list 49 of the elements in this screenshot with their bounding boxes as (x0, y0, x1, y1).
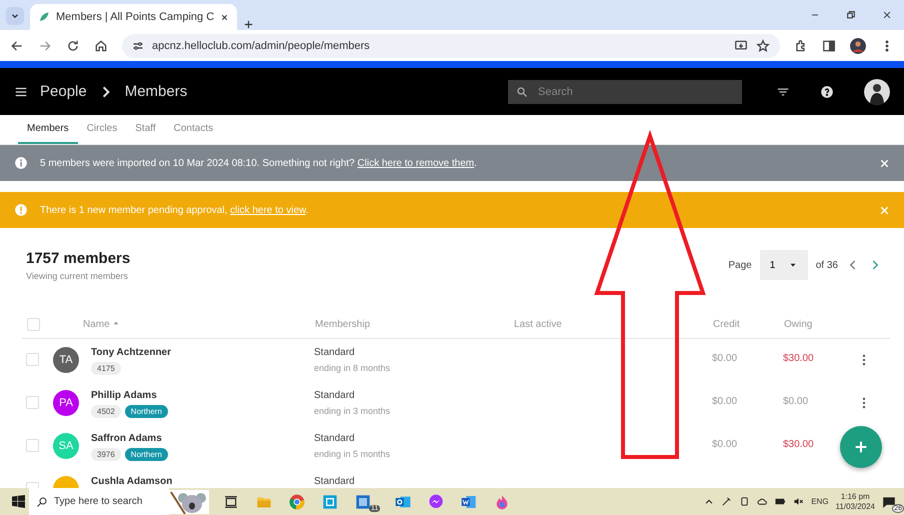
credit-amount: $0.00 (712, 396, 738, 406)
search-field[interactable]: Search (508, 80, 742, 104)
language-indicator[interactable]: ENG (811, 497, 829, 506)
region-tag: Northern (124, 448, 168, 460)
member-number: 4175 (91, 362, 121, 375)
region-tag: Northern (124, 404, 168, 418)
view-subtitle: Viewing current members (26, 271, 129, 281)
page-total: of 36 (816, 260, 838, 270)
page-label: Page (728, 260, 752, 270)
banner-link[interactable]: Click here to remove them (357, 158, 474, 168)
taskbar-search-field[interactable]: Type here to search (29, 488, 169, 515)
column-header: Last active (514, 318, 562, 330)
address-bar[interactable]: apcnz.helloclub.com/admin/people/members (122, 34, 780, 58)
membership-type: Standard (314, 347, 356, 358)
column-header: Membership (315, 318, 370, 330)
tab[interactable]: Staff (126, 115, 165, 144)
tab[interactable]: Contacts (164, 115, 222, 144)
member-name[interactable]: Cushla Adamson (91, 476, 172, 486)
owing-amount: $30.00 (783, 353, 814, 364)
initials-avatar: SA (53, 432, 79, 458)
column-header: Owing (784, 318, 812, 330)
credit-amount: $0.00 (712, 353, 738, 364)
membership-expiry: ending in 3 months (314, 406, 392, 416)
member-name[interactable]: Tony Achtzenner (91, 347, 172, 358)
member-number: 4502 (91, 404, 121, 418)
page-title: Members (124, 83, 188, 100)
clock[interactable]: 1:16 pm 11/03/2024 (836, 492, 875, 512)
banner-message: 5 members were imported on 10 Mar 2024 08:10. Something not right? Click here to remove them. (40, 158, 477, 168)
member-name[interactable]: Saffron Adams (91, 432, 168, 444)
membership-type: Standard (314, 432, 356, 444)
banner-message: There is 1 new member pending approval, click here to view. (40, 204, 308, 216)
members-count-title: 1757 members (26, 250, 130, 267)
member-name[interactable]: Phillip Adams (91, 390, 168, 400)
member-number: 3976 (91, 448, 121, 460)
initials-avatar: TA (53, 347, 79, 373)
initials-avatar: PA (53, 390, 79, 416)
owing-amount: $0.00 (783, 396, 808, 406)
tab[interactable]: Circles (78, 115, 126, 144)
credit-amount: $0.00 (712, 438, 738, 450)
owing-amount: $30.00 (783, 438, 814, 450)
tab-title: Members | All Points Camping C (56, 11, 214, 23)
membership-expiry: ending in 8 months (314, 363, 392, 373)
column-header: Credit (713, 318, 740, 330)
browser-tab[interactable]: Members | All Points Camping C (30, 4, 238, 30)
membership-type: Standard (314, 476, 356, 486)
membership-type: Standard (314, 390, 356, 400)
membership-expiry: ending in 5 months (314, 448, 392, 458)
page-select[interactable]: 1 (760, 250, 808, 280)
breadcrumb-link[interactable]: People (40, 83, 87, 100)
